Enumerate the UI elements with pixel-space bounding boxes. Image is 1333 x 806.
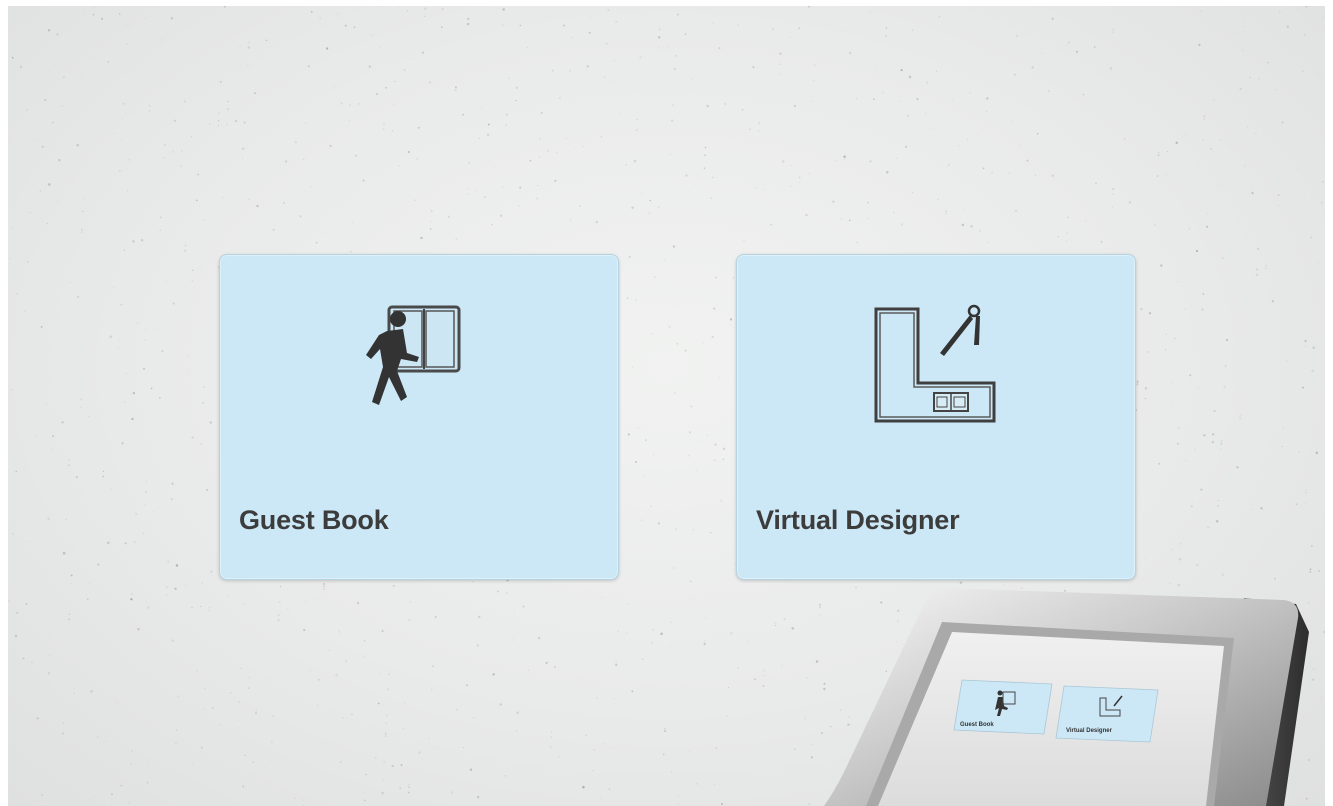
guest-book-icon [366,305,461,405]
kiosk-device-illustration: Guest Book Virtual Designer [824,588,1309,806]
virtual-designer-tile[interactable]: Virtual Designer [736,254,1136,580]
kiosk-preview-guest-label: Guest Book [960,722,994,728]
virtual-designer-icon [874,304,996,423]
kiosk-preview-guest-tile: Guest Book [953,679,1053,735]
kiosk-preview-designer-label: Virtual Designer [1066,728,1113,734]
guest-book-label: Guest Book [239,505,389,535]
guest-book-tile[interactable]: Guest Book [219,254,619,580]
kiosk-preview-designer-tile: Virtual Designer [1055,685,1159,743]
virtual-designer-label: Virtual Designer [756,505,960,535]
